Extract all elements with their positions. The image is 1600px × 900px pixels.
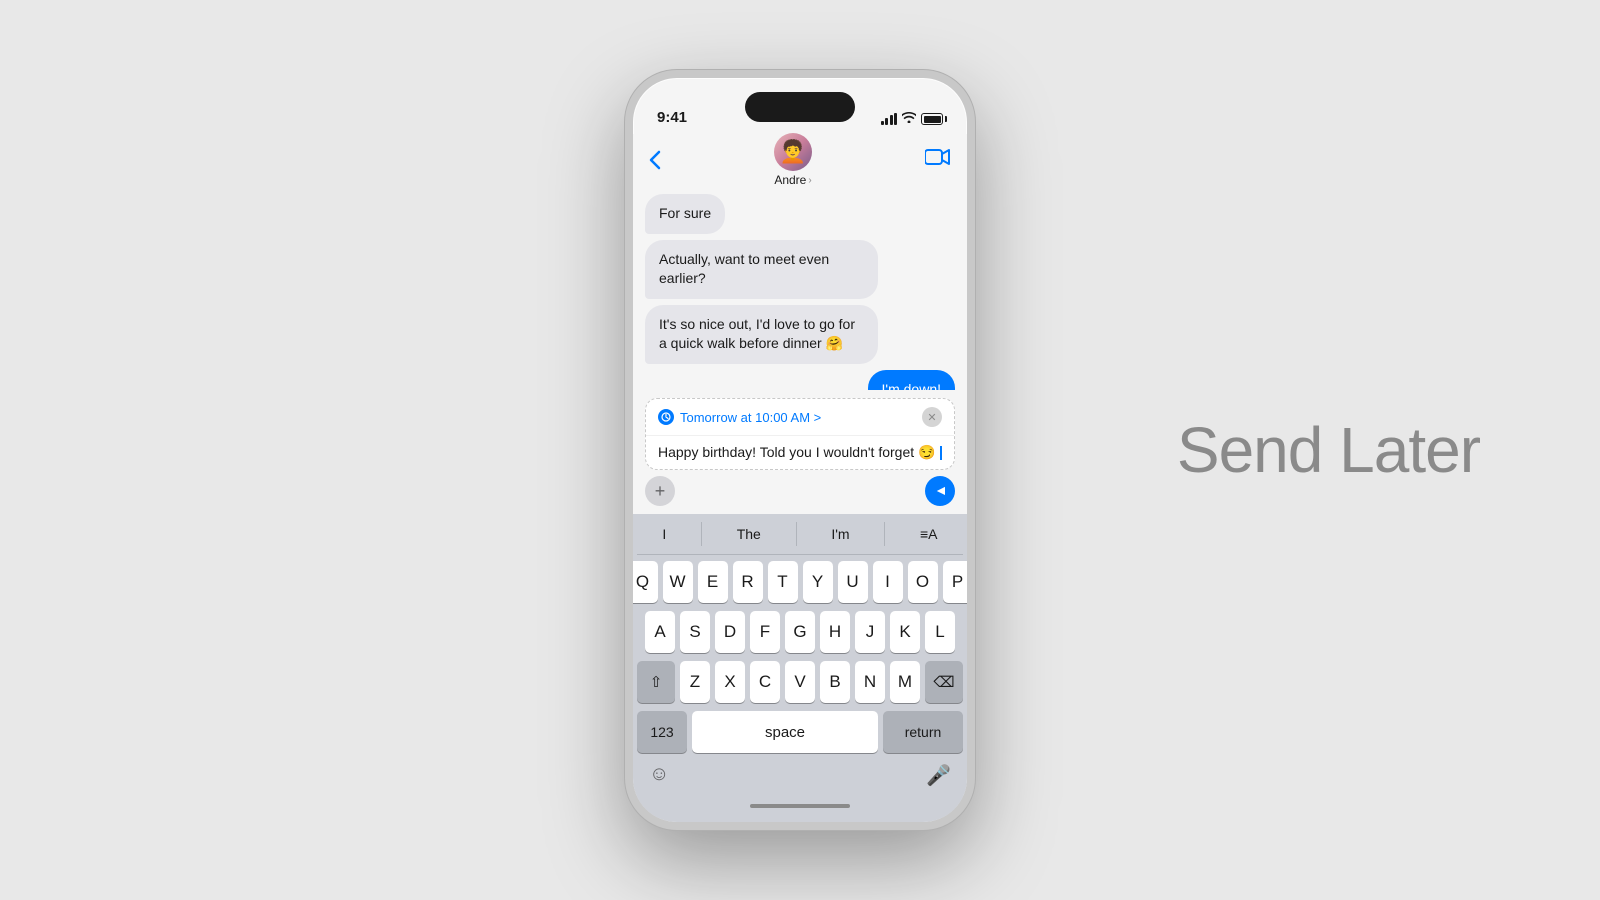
key-d[interactable]: D — [715, 611, 745, 653]
wifi-icon — [902, 112, 916, 126]
compose-area: Tomorrow at 10:00 AM > ✕ Happy birthday!… — [633, 390, 967, 514]
message-bubble-1: For sure — [645, 194, 725, 234]
key-h[interactable]: H — [820, 611, 850, 653]
add-attachment-button[interactable]: + — [645, 476, 675, 506]
key-f[interactable]: F — [750, 611, 780, 653]
key-a[interactable]: A — [645, 611, 675, 653]
video-call-button[interactable] — [925, 148, 951, 172]
key-o[interactable]: O — [908, 561, 938, 603]
battery-icon — [921, 113, 943, 125]
message-bubble-2: Actually, want to meet even earlier? — [645, 240, 878, 299]
send-later-banner: Tomorrow at 10:00 AM > ✕ Happy birthday!… — [645, 398, 955, 470]
compose-message-text: Happy birthday! Told you I wouldn't forg… — [658, 444, 940, 461]
key-b[interactable]: B — [820, 661, 850, 703]
key-z[interactable]: Z — [680, 661, 710, 703]
status-time: 9:41 — [657, 109, 687, 126]
send-later-label: Send Later — [1177, 413, 1480, 487]
messages-header: 🧑‍🦱 Andre › — [633, 134, 967, 186]
suggestion-i[interactable]: I — [662, 522, 666, 546]
message-bubble-3: It's so nice out, I'd love to go for a q… — [645, 305, 878, 364]
suggestion-im[interactable]: I'm — [831, 522, 849, 546]
key-q[interactable]: Q — [628, 561, 658, 603]
keyboard-suggestions: I The I'm ≡A — [637, 522, 963, 555]
key-l[interactable]: L — [925, 611, 955, 653]
shift-key[interactable]: ⇧ — [637, 661, 675, 703]
clock-icon — [658, 409, 674, 425]
key-j[interactable]: J — [855, 611, 885, 653]
key-k[interactable]: K — [890, 611, 920, 653]
key-p[interactable]: P — [943, 561, 973, 603]
keyboard: I The I'm ≡A Q W E R T Y U I O P — [633, 514, 967, 822]
compose-row: + ▲ — [645, 476, 955, 506]
dynamic-island — [745, 92, 855, 122]
key-v[interactable]: V — [785, 661, 815, 703]
numbers-key[interactable]: 123 — [637, 711, 687, 753]
suggestion-the[interactable]: The — [737, 522, 761, 546]
key-t[interactable]: T — [768, 561, 798, 603]
phone-frame: 9:41 — [625, 70, 975, 830]
close-send-later-button[interactable]: ✕ — [922, 407, 942, 427]
key-g[interactable]: G — [785, 611, 815, 653]
keyboard-row-1: Q W E R T Y U I O P — [637, 561, 963, 603]
return-key[interactable]: return — [883, 711, 963, 753]
send-button[interactable]: ▲ — [925, 476, 955, 506]
key-w[interactable]: W — [663, 561, 693, 603]
space-key[interactable]: space — [692, 711, 878, 753]
home-indicator-area — [637, 794, 963, 818]
home-bar — [750, 804, 850, 808]
dictation-icon[interactable]: 🎤 — [926, 763, 951, 788]
send-later-time-left: Tomorrow at 10:00 AM > — [658, 409, 821, 425]
key-n[interactable]: N — [855, 661, 885, 703]
scene: 9:41 — [0, 0, 1600, 900]
key-e[interactable]: E — [698, 561, 728, 603]
message-bubble-4: I'm down! — [868, 370, 955, 390]
suggestion-format[interactable]: ≡A — [920, 522, 938, 546]
compose-input-row: Happy birthday! Told you I wouldn't forg… — [646, 436, 954, 469]
key-x[interactable]: X — [715, 661, 745, 703]
send-later-time-row[interactable]: Tomorrow at 10:00 AM > ✕ — [646, 399, 954, 436]
messages-area: For sure Actually, want to meet even ear… — [633, 186, 967, 390]
signal-icon — [881, 113, 898, 125]
emoji-icon[interactable]: ☺ — [649, 763, 669, 788]
backspace-key[interactable]: ⌫ — [925, 661, 963, 703]
key-y[interactable]: Y — [803, 561, 833, 603]
keyboard-row-2: A S D F G H J K L — [637, 611, 963, 653]
send-arrow-icon: ▲ — [932, 484, 948, 498]
contact-name: Andre › — [774, 173, 811, 187]
text-cursor — [940, 446, 942, 460]
keyboard-row-3: ⇧ Z X C V B N M ⌫ — [637, 661, 963, 703]
back-button[interactable] — [649, 150, 661, 170]
key-s[interactable]: S — [680, 611, 710, 653]
status-icons — [881, 112, 944, 126]
key-m[interactable]: M — [890, 661, 920, 703]
keyboard-icon-row: ☺ 🎤 — [637, 759, 963, 794]
key-i[interactable]: I — [873, 561, 903, 603]
key-u[interactable]: U — [838, 561, 868, 603]
avatar: 🧑‍🦱 — [774, 133, 812, 171]
chevron-icon: › — [808, 175, 811, 186]
key-c[interactable]: C — [750, 661, 780, 703]
contact-info[interactable]: 🧑‍🦱 Andre › — [774, 133, 812, 187]
key-r[interactable]: R — [733, 561, 763, 603]
keyboard-row-4: 123 space return — [637, 711, 963, 753]
